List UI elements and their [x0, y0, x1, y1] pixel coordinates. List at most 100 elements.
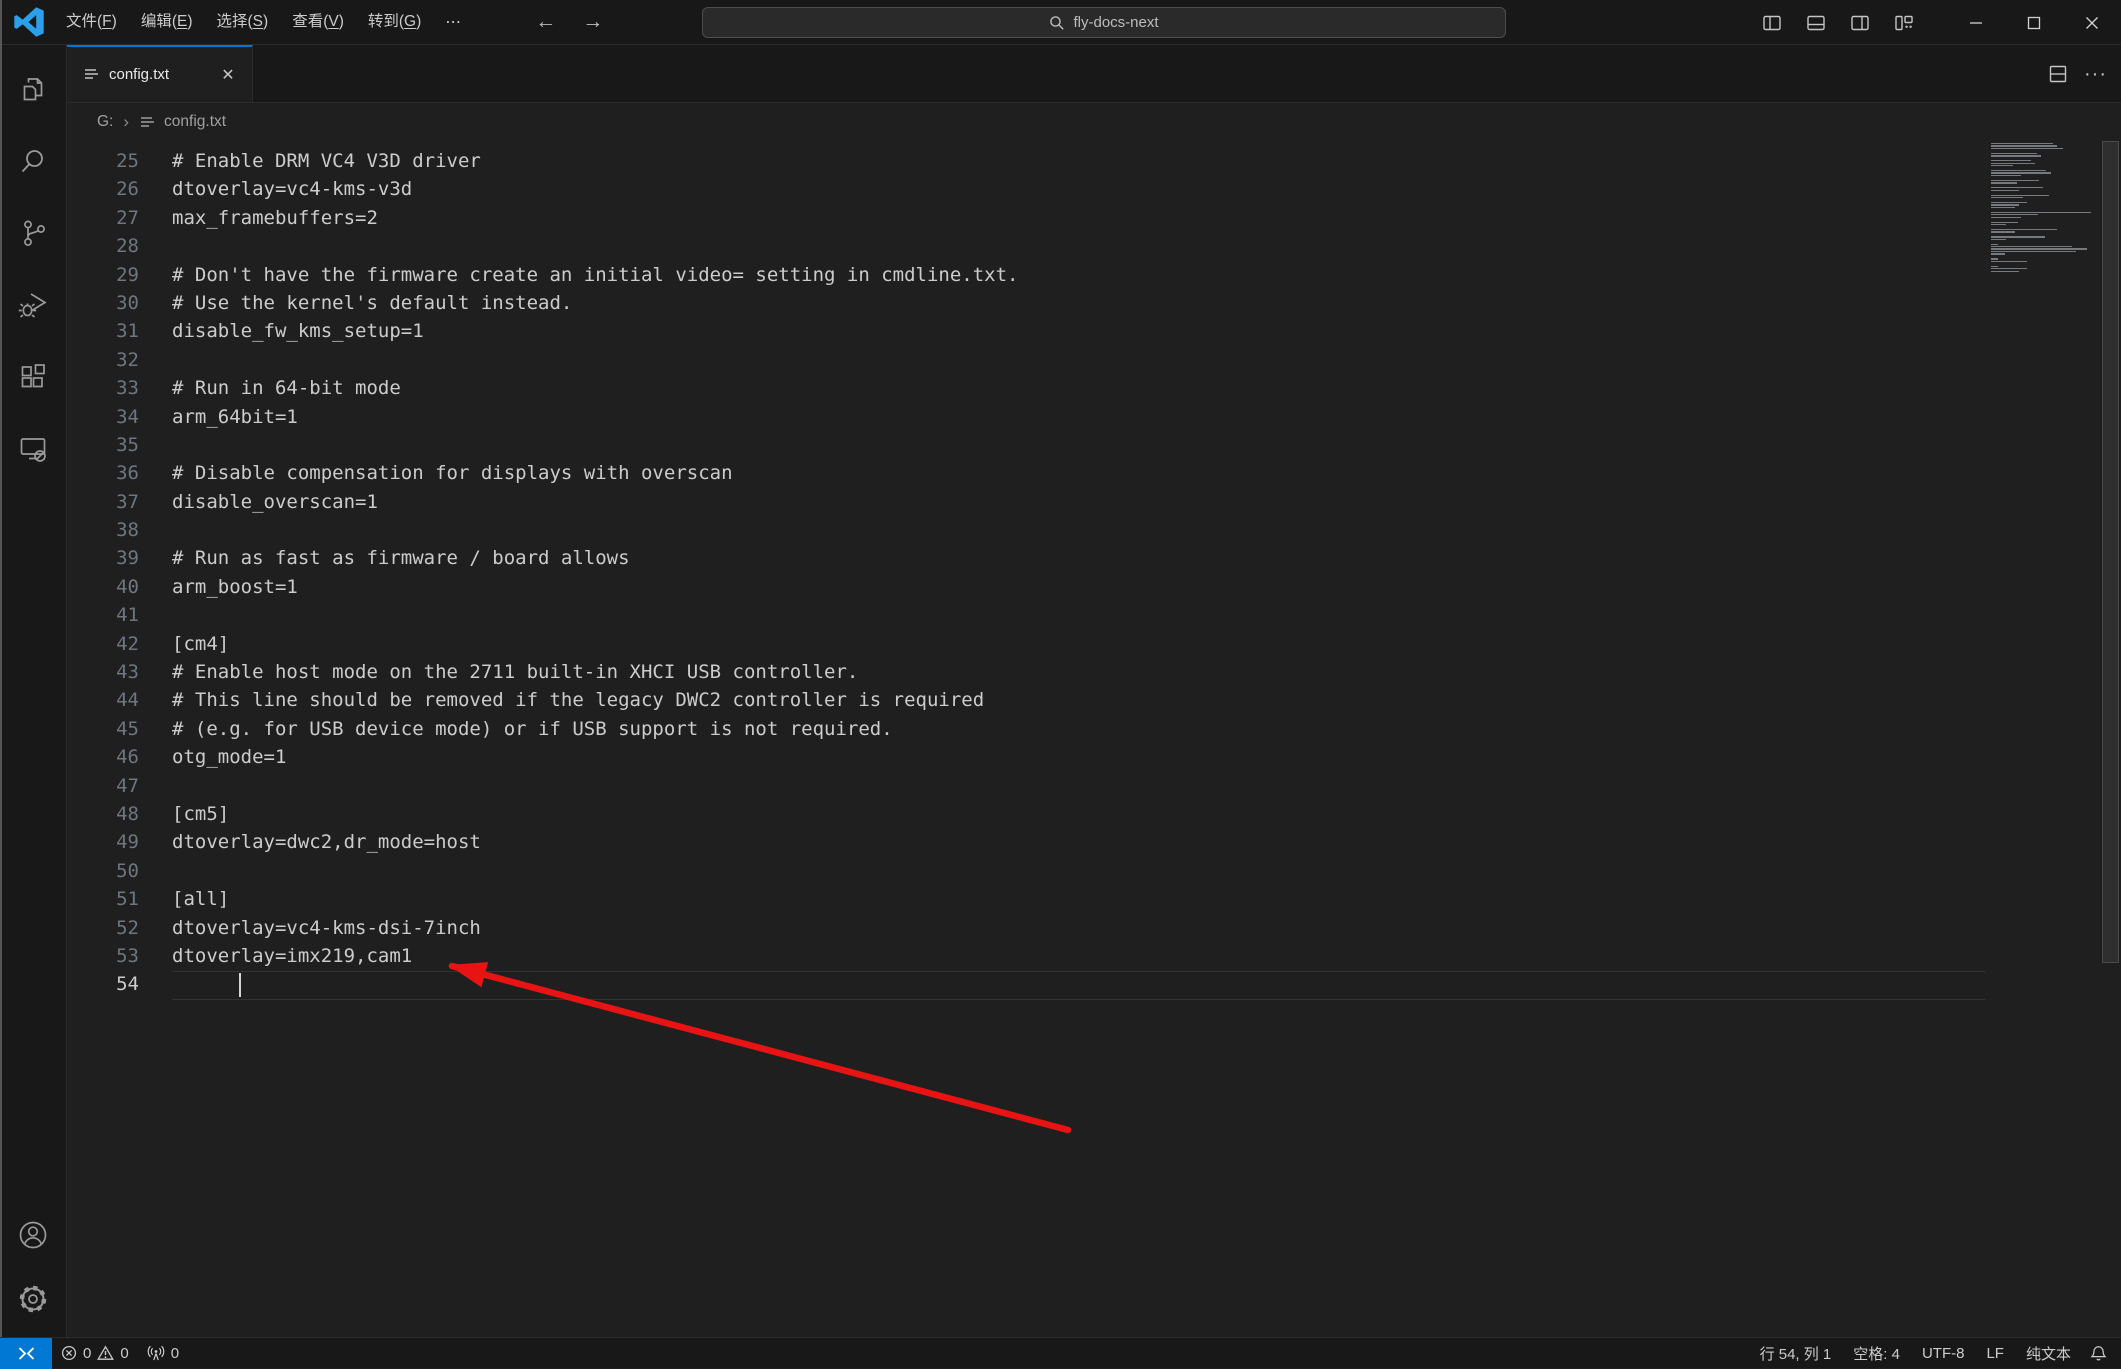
line-number[interactable]: 26	[67, 175, 172, 203]
code-line-32[interactable]: 32	[67, 346, 2121, 374]
line-number[interactable]: 31	[67, 317, 172, 345]
editor-more-actions-icon[interactable]: ···	[2084, 63, 2107, 86]
code-line-33[interactable]: 33# Run in 64-bit mode	[67, 374, 2121, 402]
navigate-forward-icon[interactable]: →	[582, 10, 603, 34]
code-line-37[interactable]: 37disable_overscan=1	[67, 488, 2121, 516]
scrollbar-slider[interactable]	[2102, 141, 2119, 963]
line-number[interactable]: 52	[67, 914, 172, 942]
code-line-25[interactable]: 25# Enable DRM VC4 V3D driver	[67, 147, 2121, 175]
code-line-39[interactable]: 39# Run as fast as firmware / board allo…	[67, 544, 2121, 572]
line-number[interactable]: 30	[67, 289, 172, 317]
code-line-47[interactable]: 47	[67, 772, 2121, 800]
code-line-45[interactable]: 45# (e.g. for USB device mode) or if USB…	[67, 715, 2121, 743]
line-number[interactable]: 40	[67, 573, 172, 601]
code-line-44[interactable]: 44# This line should be removed if the l…	[67, 686, 2121, 714]
source-control-icon[interactable]	[0, 197, 67, 269]
code-line-46[interactable]: 46otg_mode=1	[67, 743, 2121, 771]
code-line-30[interactable]: 30# Use the kernel's default instead.	[67, 289, 2121, 317]
window-maximize-button[interactable]	[2005, 0, 2063, 45]
problems-button[interactable]: 0 0	[52, 1338, 138, 1368]
code-line-28[interactable]: 28	[67, 232, 2121, 260]
code-line-27[interactable]: 27max_framebuffers=2	[67, 204, 2121, 232]
line-number[interactable]: 25	[67, 147, 172, 175]
run-debug-icon[interactable]	[0, 269, 67, 341]
window-minimize-button[interactable]	[1947, 0, 2005, 45]
code-line-40[interactable]: 40arm_boost=1	[67, 573, 2121, 601]
code-line-29[interactable]: 29# Don't have the firmware create an in…	[67, 261, 2121, 289]
code-line-49[interactable]: 49dtoverlay=dwc2,dr_mode=host	[67, 828, 2121, 856]
indentation-button[interactable]: 空格: 4	[1842, 1338, 1911, 1368]
line-number[interactable]: 32	[67, 346, 172, 374]
accounts-icon[interactable]	[0, 1203, 67, 1267]
encoding-button[interactable]: UTF-8	[1911, 1338, 1976, 1368]
code-line-36[interactable]: 36# Disable compensation for displays wi…	[67, 459, 2121, 487]
language-mode-button[interactable]: 纯文本	[2015, 1338, 2082, 1368]
line-number[interactable]: 36	[67, 459, 172, 487]
search-view-icon[interactable]	[0, 125, 67, 197]
eol-button[interactable]: LF	[1975, 1338, 2015, 1368]
menu-goto[interactable]: 转到(G)	[356, 7, 433, 37]
code-line-43[interactable]: 43# Enable host mode on the 2711 built-i…	[67, 658, 2121, 686]
line-number[interactable]: 53	[67, 942, 172, 970]
line-number[interactable]: 33	[67, 374, 172, 402]
code-line-42[interactable]: 42[cm4]	[67, 630, 2121, 658]
toggle-panel-icon[interactable]	[1799, 8, 1833, 38]
vertical-scrollbar[interactable]	[2100, 141, 2121, 1337]
code-editor[interactable]: 25# Enable DRM VC4 V3D driver26dtoverlay…	[67, 141, 2121, 1337]
remote-explorer-icon[interactable]	[0, 413, 67, 485]
window-close-button[interactable]	[2063, 0, 2121, 45]
ports-button[interactable]: 0	[138, 1338, 188, 1368]
line-number[interactable]: 41	[67, 601, 172, 629]
line-number[interactable]: 35	[67, 431, 172, 459]
code-line-51[interactable]: 51[all]	[67, 885, 2121, 913]
settings-gear-icon[interactable]	[0, 1267, 67, 1331]
line-number[interactable]: 48	[67, 800, 172, 828]
menu-edit[interactable]: 编辑(E)	[129, 7, 205, 37]
line-number[interactable]: 47	[67, 772, 172, 800]
line-number[interactable]: 38	[67, 516, 172, 544]
line-number[interactable]: 39	[67, 544, 172, 572]
code-line-50[interactable]: 50	[67, 857, 2121, 885]
code-line-34[interactable]: 34arm_64bit=1	[67, 403, 2121, 431]
line-number[interactable]: 44	[67, 686, 172, 714]
tab-close-icon[interactable]: ✕	[216, 63, 240, 87]
code-line-38[interactable]: 38	[67, 516, 2121, 544]
minimap[interactable]	[1985, 141, 2100, 1337]
command-center-search[interactable]: fly-docs-next	[702, 7, 1506, 38]
code-line-53[interactable]: 53dtoverlay=imx219,cam1	[67, 942, 2121, 970]
remote-indicator-button[interactable]	[0, 1338, 52, 1369]
navigate-back-icon[interactable]: ←	[535, 10, 556, 34]
line-number[interactable]: 29	[67, 261, 172, 289]
breadcrumb-drive[interactable]: G:	[97, 113, 113, 131]
line-number[interactable]: 27	[67, 204, 172, 232]
line-number[interactable]: 54	[67, 970, 172, 998]
line-number[interactable]: 46	[67, 743, 172, 771]
line-number[interactable]: 45	[67, 715, 172, 743]
toggle-secondary-sidebar-icon[interactable]	[1843, 8, 1877, 38]
code-line-48[interactable]: 48[cm5]	[67, 800, 2121, 828]
line-number[interactable]: 51	[67, 885, 172, 913]
line-number[interactable]: 28	[67, 232, 172, 260]
line-number[interactable]: 50	[67, 857, 172, 885]
code-line-35[interactable]: 35	[67, 431, 2121, 459]
split-editor-icon[interactable]	[2048, 64, 2068, 84]
toggle-primary-sidebar-icon[interactable]	[1755, 8, 1789, 38]
tab-config-txt[interactable]: config.txt ✕	[67, 45, 253, 102]
cursor-position-button[interactable]: 行 54, 列 1	[1749, 1338, 1843, 1368]
line-number[interactable]: 42	[67, 630, 172, 658]
menu-file[interactable]: 文件(F)	[54, 7, 129, 37]
explorer-icon[interactable]	[0, 53, 67, 125]
code-line-31[interactable]: 31disable_fw_kms_setup=1	[67, 317, 2121, 345]
customize-layout-icon[interactable]	[1887, 8, 1921, 38]
menu-selection[interactable]: 选择(S)	[205, 7, 281, 37]
extensions-icon[interactable]	[0, 341, 67, 413]
line-number[interactable]: 37	[67, 488, 172, 516]
code-line-41[interactable]: 41	[67, 601, 2121, 629]
line-number[interactable]: 49	[67, 828, 172, 856]
menu-overflow-button[interactable]: ⋯	[433, 12, 475, 32]
code-line-52[interactable]: 52dtoverlay=vc4-kms-dsi-7inch	[67, 914, 2121, 942]
line-number[interactable]: 34	[67, 403, 172, 431]
breadcrumb-file[interactable]: config.txt	[164, 113, 226, 131]
code-line-26[interactable]: 26dtoverlay=vc4-kms-v3d	[67, 175, 2121, 203]
line-number[interactable]: 43	[67, 658, 172, 686]
